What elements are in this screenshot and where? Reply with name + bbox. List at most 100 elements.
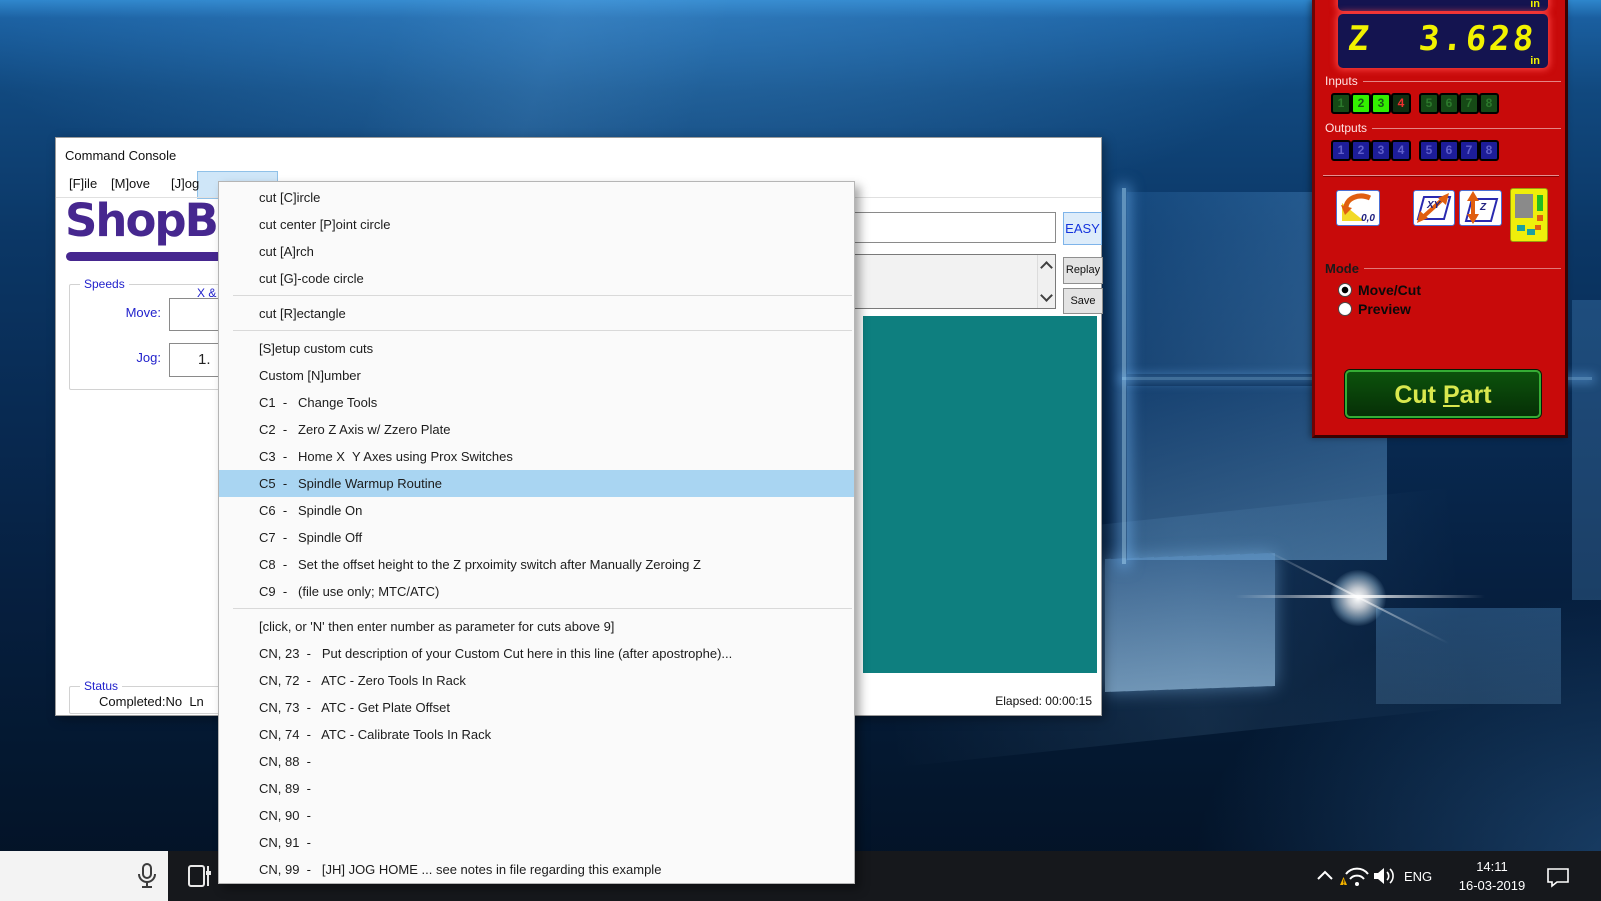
menu-item[interactable]: CN, 72 - ATC - Zero Tools In Rack: [219, 667, 854, 694]
easy-button[interactable]: EASY: [1063, 212, 1102, 245]
menu-separator: [233, 330, 852, 331]
scroll-down-icon[interactable]: [1040, 289, 1053, 302]
input-led: 8: [1479, 93, 1499, 114]
menu-bar-item[interactable]: [J]og: [166, 173, 204, 194]
menu-item[interactable]: CN, 88 -: [219, 748, 854, 775]
search-box[interactable]: [0, 851, 168, 901]
radio-unselected-icon[interactable]: [1338, 302, 1352, 316]
menu-item[interactable]: CN, 89 -: [219, 775, 854, 802]
scroll-up-icon[interactable]: [1040, 261, 1053, 274]
keypad-icon: [1515, 194, 1543, 235]
menu-item[interactable]: [S]etup custom cuts: [219, 335, 854, 362]
menu-bar-item[interactable]: [F]ile: [64, 173, 102, 194]
speeds-legend: Speeds: [80, 277, 129, 291]
menu-item[interactable]: cut [C]ircle: [219, 184, 854, 211]
status-legend: Status: [80, 679, 123, 693]
radio-selected-icon[interactable]: [1338, 283, 1352, 297]
outputs-led-row: 12345678: [1331, 140, 1499, 161]
combo-scrollbar[interactable]: [1037, 255, 1055, 308]
status-text: Completed:No Ln: [99, 694, 204, 709]
output-led: 2: [1351, 140, 1371, 161]
clock[interactable]: 14:11 16-03-2019: [1446, 857, 1538, 895]
move-z-button[interactable]: Z: [1459, 190, 1502, 226]
output-led: 5: [1419, 140, 1439, 161]
cut-part-button[interactable]: Cut Part: [1345, 370, 1541, 418]
clock-date: 16-03-2019: [1458, 878, 1526, 893]
mode-option-preview[interactable]: Preview: [1338, 301, 1411, 317]
led-group-gap: [1411, 140, 1419, 161]
move-xy-button[interactable]: XY: [1413, 190, 1455, 226]
save-button[interactable]: Save: [1063, 288, 1103, 314]
menu-item[interactable]: C7 - Spindle Off: [219, 524, 854, 551]
z-axis-letter: Z: [1345, 19, 1371, 59]
window-title: Command Console: [65, 148, 177, 163]
menu-item[interactable]: C8 - Set the offset height to the Z prxo…: [219, 551, 854, 578]
menu-item[interactable]: C3 - Home X Y Axes using Prox Switches: [219, 443, 854, 470]
led-group-gap: [1411, 93, 1419, 114]
output-led: 3: [1371, 140, 1391, 161]
jog-label: Jog:: [136, 350, 161, 365]
keypad-button[interactable]: [1510, 188, 1548, 242]
inputs-led-row: 12345678: [1331, 93, 1499, 114]
menu-item[interactable]: CN, 91 -: [219, 829, 854, 856]
output-led: 1: [1331, 140, 1351, 161]
wifi-warning-icon[interactable]: [1340, 864, 1370, 888]
mode-option-move-cut[interactable]: Move/Cut: [1338, 282, 1421, 298]
elapsed-time: Elapsed: 00:00:15: [995, 694, 1092, 708]
outputs-label: Outputs: [1325, 121, 1561, 135]
menu-separator: [233, 295, 852, 296]
replay-button[interactable]: Replay: [1063, 257, 1103, 284]
output-led: 4: [1391, 140, 1411, 161]
menu-item[interactable]: Custom [N]umber: [219, 362, 854, 389]
menu-item[interactable]: [click, or 'N' then enter number as para…: [219, 613, 854, 640]
menu-item[interactable]: C2 - Zero Z Axis w/ Zzero Plate: [219, 416, 854, 443]
menu-item[interactable]: CN, 74 - ATC - Calibrate Tools In Rack: [219, 721, 854, 748]
z-axis-unit-label: in: [1530, 55, 1540, 67]
menu-item[interactable]: C5 - Spindle Warmup Routine: [219, 470, 854, 497]
menu-item[interactable]: CN, 99 - [JH] JOG HOME ... see notes in …: [219, 856, 854, 883]
input-led: 2: [1351, 93, 1371, 114]
goto-origin-button[interactable]: 0,0: [1336, 190, 1380, 226]
input-led: 1: [1331, 93, 1351, 114]
axis-unit-label: in: [1530, 0, 1540, 10]
wallpaper-window-pane: [1105, 553, 1275, 692]
menu-item[interactable]: C9 - (file use only; MTC/ATC): [219, 578, 854, 605]
menu-item[interactable]: CN, 73 - ATC - Get Plate Offset: [219, 694, 854, 721]
output-led: 6: [1439, 140, 1459, 161]
menu-bar-item[interactable]: [M]ove: [106, 173, 155, 194]
wallpaper-window-pane: [1572, 300, 1601, 600]
z-axis-display: Z 3.628 in: [1338, 14, 1548, 68]
z-axis-value: 3.628: [1416, 19, 1539, 59]
menu-item[interactable]: CN, 23 - Put description of your Custom …: [219, 640, 854, 667]
taskbar-app-icon[interactable]: [186, 863, 213, 890]
position-panel: in Z 3.628 in Inputs 12345678 Outputs 12…: [1312, 0, 1568, 438]
axis-display-partial: in: [1338, 0, 1548, 11]
desktop: Command Console [F]ile [M]ove [J]og ShopBo…: [0, 0, 1601, 901]
wallpaper-pane-edge: [1122, 188, 1126, 564]
cuts-dropdown-menu: cut [C]ircle cut center [P]oint circle cut…: [218, 181, 855, 884]
menu-item[interactable]: cut [R]ectangle: [219, 300, 854, 327]
panel-divider: [1323, 175, 1559, 177]
speaker-icon[interactable]: [1372, 866, 1398, 886]
menu-separator: [233, 608, 852, 609]
input-led: 6: [1439, 93, 1459, 114]
mode-legend: Mode: [1325, 261, 1561, 276]
chevron-up-icon[interactable]: [1316, 869, 1334, 881]
input-led: 3: [1371, 93, 1391, 114]
menu-item[interactable]: C6 - Spindle On: [219, 497, 854, 524]
preview-display-area: [863, 316, 1097, 673]
menu-item[interactable]: cut center [P]oint circle: [219, 211, 854, 238]
output-led: 8: [1479, 140, 1499, 161]
input-led: 7: [1459, 93, 1479, 114]
move-label: Move:: [125, 305, 161, 320]
menu-item[interactable]: CN, 90 -: [219, 802, 854, 829]
menu-item[interactable]: C1 - Change Tools: [219, 389, 854, 416]
action-center-icon[interactable]: [1545, 866, 1571, 888]
wallpaper-window-pane: [1376, 608, 1561, 704]
menu-item[interactable]: cut [A]rch: [219, 238, 854, 265]
microphone-icon[interactable]: [135, 862, 159, 891]
menu-item[interactable]: cut [G]-code circle: [219, 265, 854, 292]
output-led: 7: [1459, 140, 1479, 161]
input-led: 4: [1391, 93, 1411, 114]
language-indicator[interactable]: ENG: [1404, 851, 1432, 901]
